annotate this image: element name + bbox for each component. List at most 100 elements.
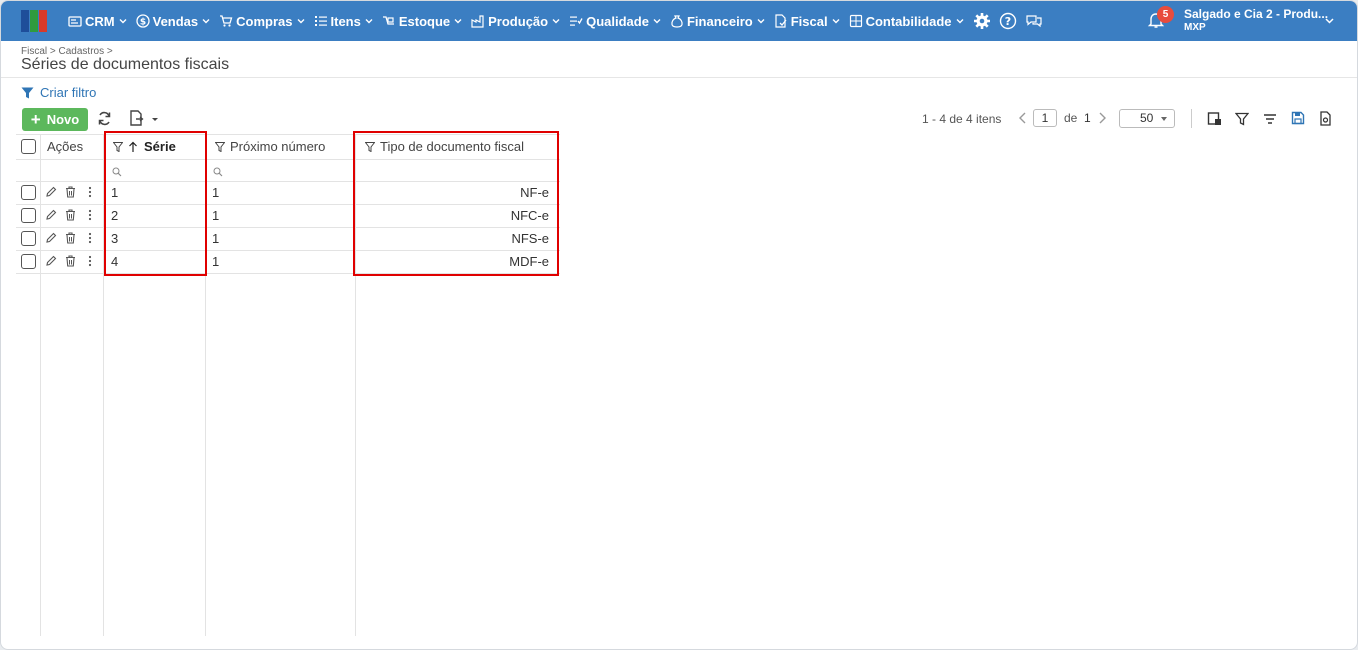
header-proximo[interactable]: Próximo número — [215, 134, 325, 159]
edit-icon[interactable] — [45, 186, 57, 198]
page-size-select[interactable]: 50 — [1119, 109, 1175, 128]
menu-crm[interactable]: CRM — [68, 1, 127, 41]
menu-label: Fiscal — [790, 13, 828, 29]
main-menu: CRM $ Vendas Compras Itens Estoque Produ… — [68, 1, 1051, 41]
chevron-down-icon[interactable] — [1325, 16, 1334, 25]
header-serie[interactable]: Série — [113, 134, 176, 159]
app-logo[interactable] — [21, 10, 47, 32]
more-vertical-icon[interactable] — [87, 255, 93, 267]
export-icon[interactable] — [129, 110, 161, 127]
sort-ascending-icon[interactable] — [128, 141, 138, 153]
menu-fiscal[interactable]: Fiscal — [774, 1, 840, 41]
menu-label: CRM — [85, 13, 115, 29]
company-name: Salgado e Cia 2 - Produ... — [1184, 7, 1329, 21]
chevron-right-icon[interactable] — [1098, 112, 1107, 124]
menu-label: Contabilidade — [865, 13, 952, 29]
document-settings-icon[interactable] — [1319, 111, 1333, 126]
menu-label: Compras — [236, 13, 293, 29]
gear-icon[interactable] — [973, 12, 991, 30]
pager-info: 1 - 4 de 4 itens — [922, 112, 1002, 126]
menu-label: Qualidade — [586, 13, 649, 29]
trash-icon[interactable] — [65, 255, 76, 267]
edit-icon[interactable] — [45, 209, 57, 221]
row-checkbox[interactable] — [21, 185, 36, 200]
trash-icon[interactable] — [65, 232, 76, 244]
edit-icon[interactable] — [45, 232, 57, 244]
menu-estoque[interactable]: Estoque — [382, 1, 462, 41]
pager-total-pages: 1 — [1084, 111, 1091, 125]
trash-icon[interactable] — [65, 186, 76, 198]
cell-serie: 3 — [111, 231, 119, 246]
menu-contabilidade[interactable]: Contabilidade — [849, 1, 964, 41]
menu-vendas[interactable]: $ Vendas — [135, 1, 211, 41]
chevron-down-icon — [653, 19, 661, 24]
crm-icon — [68, 16, 82, 27]
money-bag-icon — [671, 15, 683, 28]
header-tipo[interactable]: Tipo de documento fiscal — [365, 134, 524, 159]
dollar-icon: $ — [135, 14, 150, 28]
factory-icon — [471, 15, 484, 28]
caret-down-icon — [1161, 117, 1167, 121]
top-navbar: CRM $ Vendas Compras Itens Estoque Produ… — [1, 1, 1357, 41]
chevron-down-icon — [202, 19, 210, 24]
svg-text:$: $ — [139, 18, 145, 28]
create-filter-link[interactable]: Criar filtro — [21, 85, 96, 100]
sort-lines-icon[interactable] — [1263, 113, 1277, 125]
quality-icon — [570, 16, 583, 26]
more-vertical-icon[interactable] — [87, 186, 93, 198]
filter-icon[interactable] — [113, 141, 123, 152]
grid-line — [205, 134, 206, 636]
row-checkbox[interactable] — [21, 254, 36, 269]
header-actions: Ações — [47, 139, 84, 154]
svg-text:?: ? — [1004, 15, 1010, 28]
filter-icon — [21, 87, 34, 98]
help-icon[interactable]: ? — [999, 12, 1017, 30]
menu-qualidade[interactable]: Qualidade — [569, 1, 661, 41]
fiscal-icon — [775, 14, 787, 28]
menu-itens[interactable]: Itens — [314, 1, 373, 41]
save-icon[interactable] — [1291, 111, 1305, 125]
chat-icon[interactable] — [1025, 12, 1043, 30]
cell-serie: 4 — [111, 254, 119, 269]
edit-icon[interactable] — [45, 255, 57, 267]
chevron-down-icon — [956, 19, 964, 24]
menu-compras[interactable]: Compras — [219, 1, 304, 41]
row-checkbox[interactable] — [21, 231, 36, 246]
more-vertical-icon[interactable] — [87, 232, 93, 244]
columns-chooser-icon[interactable] — [1207, 111, 1223, 127]
header-tipo-label: Tipo de documento fiscal — [380, 139, 525, 154]
toolbar-separator — [1191, 109, 1192, 128]
search-icon[interactable] — [112, 167, 122, 177]
row-checkbox[interactable] — [21, 208, 36, 223]
chevron-down-icon — [552, 19, 560, 24]
filter-icon[interactable] — [1235, 112, 1249, 126]
menu-label: Produção — [488, 13, 549, 29]
plus-icon: + — [30, 110, 41, 129]
new-button-label: Novo — [46, 112, 80, 127]
filter-icon[interactable] — [215, 141, 225, 152]
new-button[interactable]: + Novo — [22, 108, 88, 131]
trash-icon[interactable] — [65, 209, 76, 221]
chevron-down-icon — [832, 19, 840, 24]
create-filter-label: Criar filtro — [40, 85, 97, 100]
chevron-left-icon[interactable] — [1018, 112, 1027, 124]
menu-label: Itens — [330, 13, 361, 29]
cell-tipo: NFS-e — [511, 231, 549, 246]
page-number-input[interactable]: 1 — [1033, 109, 1057, 127]
menu-producao[interactable]: Produção — [471, 1, 560, 41]
cell-proximo: 1 — [212, 185, 220, 200]
more-vertical-icon[interactable] — [87, 209, 93, 221]
select-all-checkbox[interactable] — [21, 139, 36, 154]
menu-financeiro[interactable]: Financeiro — [670, 1, 765, 41]
search-icon[interactable] — [213, 167, 223, 177]
grid-line — [16, 159, 560, 160]
cell-proximo: 1 — [212, 231, 220, 246]
chevron-down-icon — [119, 19, 127, 24]
items-icon — [314, 16, 327, 26]
refresh-icon[interactable] — [97, 111, 112, 126]
chevron-down-icon — [454, 19, 462, 24]
company-selector[interactable]: Salgado e Cia 2 - Produ... MXP — [1184, 8, 1328, 34]
filter-icon[interactable] — [365, 141, 375, 152]
company-sub: MXP — [1184, 22, 1206, 33]
app-window: CRM $ Vendas Compras Itens Estoque Produ… — [0, 0, 1358, 650]
